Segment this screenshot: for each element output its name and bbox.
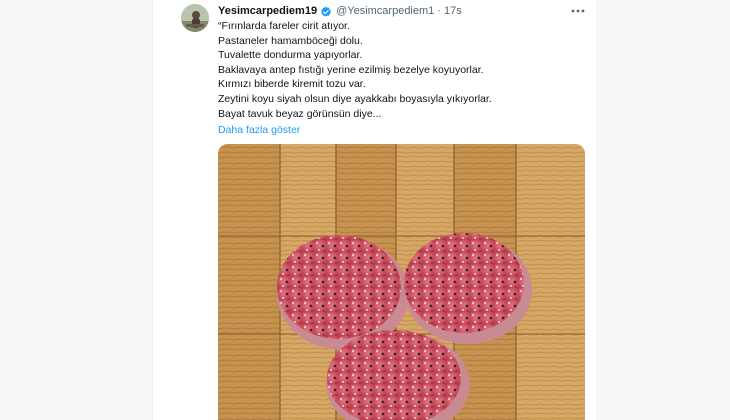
tweet-text-line: Kırmızı biberde kiremit tozu var.	[218, 78, 366, 91]
tweet-text: “Fırınlarda fareler cirit atıyor. Pastan…	[218, 19, 588, 121]
tweet-header: Yesimcarpediem19 @Yesimcarpediem1 · 17s	[218, 4, 462, 18]
display-name[interactable]: Yesimcarpediem19	[218, 5, 317, 17]
timestamp[interactable]: 17s	[444, 5, 462, 17]
tweet-text-line: Bayat tavuk beyaz görünsün diye...	[218, 107, 382, 120]
show-more-link[interactable]: Daha fazla göster	[218, 124, 300, 136]
more-options-icon	[571, 9, 585, 13]
right-gutter	[596, 0, 730, 420]
more-options-button[interactable]	[569, 3, 587, 19]
tweet-text-line: Baklavaya antep fıstığı yerine ezilmiş b…	[218, 63, 484, 76]
tweet-text-line: Pastaneler hamamböceği dolu.	[218, 34, 363, 47]
tweet-text-line: Zeytini koyu siyah olsun diye ayakkabı b…	[218, 92, 492, 105]
verified-badge-icon	[320, 5, 332, 17]
avatar-image	[181, 4, 209, 32]
header-separator: ·	[437, 5, 441, 17]
user-handle[interactable]: @Yesimcarpediem1	[336, 5, 434, 17]
tweet-text-line: Tuvalette dondurma yapıyorlar.	[218, 49, 363, 62]
avatar[interactable]	[181, 4, 209, 32]
tweet[interactable]: Yesimcarpediem19 @Yesimcarpediem1 · 17s …	[153, 0, 596, 420]
left-gutter	[0, 0, 152, 420]
tweet-photo[interactable]	[218, 144, 585, 420]
tweet-text-line: “Fırınlarda fareler cirit atıyor.	[218, 20, 350, 32]
tweet-photo-image	[218, 144, 585, 420]
